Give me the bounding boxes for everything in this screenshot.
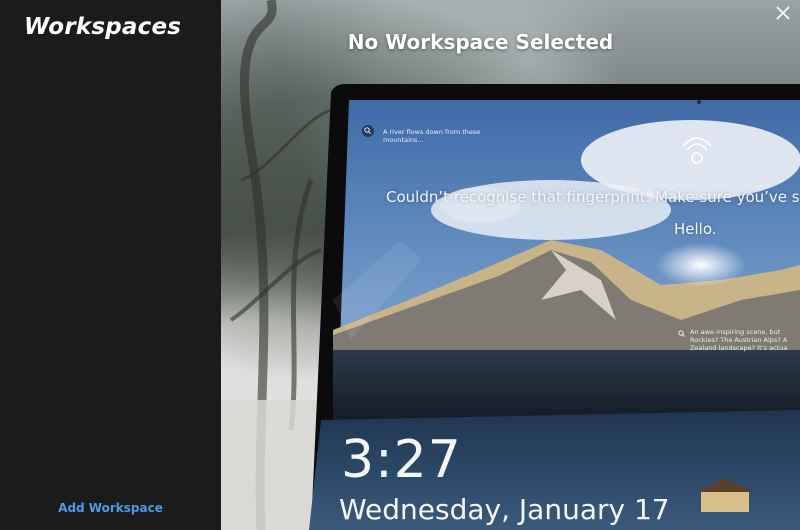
spotlight-question-line: Zealand landscape? It’s actua [690,344,788,352]
workspaces-sidebar: Workspaces Add Workspace [0,0,221,530]
lock-screen-caption: A river flows down from these mountains.… [383,128,493,144]
close-icon [776,6,790,20]
spotlight-question: An awe-inspiring scene, but Rockies? The… [690,328,800,352]
fingerprint-message: Couldn’t recognise that fingerprint. Mak… [386,188,800,206]
close-button[interactable] [772,2,794,24]
lock-screen-date: Wednesday, January 17 [339,493,670,526]
webcam-dot [697,100,701,104]
background-photo [221,0,800,530]
no-workspace-title: No Workspace Selected [347,30,614,54]
sidebar-title: Workspaces [24,14,182,40]
spotlight-question-line: An awe-inspiring scene, but [690,328,781,336]
main-panel: A river flows down from these mountains.… [221,0,800,530]
search-icon [362,125,374,137]
lock-screen-caption-text: A river flows down from these mountains.… [383,128,481,144]
spotlight-question-line: Rockies? The Austrian Alps? A [690,336,788,344]
lock-screen-time: 3:27 [341,430,462,490]
fingerprint-message-hello: Hello. [674,220,717,238]
add-workspace-link[interactable]: Add Workspace [0,501,221,515]
